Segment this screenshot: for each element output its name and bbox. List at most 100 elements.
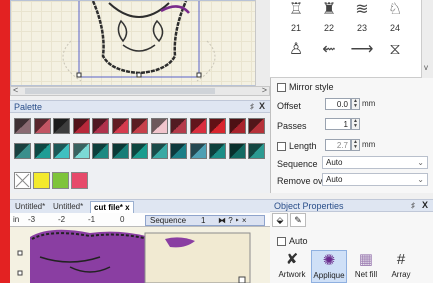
- scroll-thumb[interactable]: [25, 88, 215, 94]
- document-tab-bar: Untitled* Untitled* cut file* x: [10, 199, 270, 213]
- length-input[interactable]: 2.7: [325, 139, 351, 151]
- fill-artwork-button[interactable]: ✘ Artwork: [274, 250, 310, 283]
- color-swatch[interactable]: [228, 118, 246, 134]
- offset-input[interactable]: 0.0: [325, 98, 351, 110]
- auto-row[interactable]: Auto: [277, 236, 308, 247]
- color-swatch[interactable]: [189, 143, 207, 159]
- fill-array-label: Array: [391, 270, 411, 279]
- color-swatch[interactable]: [131, 118, 148, 134]
- color-swatch[interactable]: [72, 143, 90, 159]
- color-tool[interactable]: [71, 172, 88, 189]
- design-canvas-bottom[interactable]: [10, 227, 270, 283]
- outline-tab-icon[interactable]: ✎: [290, 213, 306, 227]
- remove-overlaps-value: Auto: [326, 175, 343, 184]
- object-properties-title: Object Properties: [274, 201, 344, 211]
- gallery-scrollbar[interactable]: v: [421, 0, 433, 78]
- length-row[interactable]: Length: [277, 141, 317, 152]
- pin-icon[interactable]: ♯: [250, 102, 254, 111]
- color-swatch[interactable]: [111, 143, 129, 159]
- close-tab-icon[interactable]: x: [125, 203, 129, 212]
- fill-applique-button[interactable]: ✺ Applique: [311, 250, 347, 283]
- fill-array-button[interactable]: # Array: [383, 250, 419, 283]
- offset-spinner[interactable]: ▲ ▼: [351, 98, 360, 110]
- ruler-mark: -2: [58, 215, 66, 224]
- swatch-shade: [210, 119, 225, 133]
- sequence-controls-icon[interactable]: ⧓ ? ‣ ×: [218, 216, 247, 225]
- color-swatch[interactable]: [170, 143, 187, 159]
- scroll-down-arrow[interactable]: v: [424, 63, 428, 72]
- color-swatch[interactable]: [53, 143, 70, 159]
- color-tool[interactable]: [33, 172, 50, 189]
- swatch-shade: [249, 119, 264, 133]
- stitch-28-option[interactable]: ⧖: [383, 42, 407, 58]
- stitch-22-number: 22: [323, 23, 334, 33]
- swatch-shade: [151, 119, 167, 133]
- tab-untitled-1[interactable]: Untitled*: [12, 201, 48, 212]
- fill-artwork-label: Artwork: [278, 270, 306, 279]
- color-swatch[interactable]: [170, 118, 187, 134]
- color-tool[interactable]: [52, 172, 69, 189]
- stitch-21-option[interactable]: ♖ 21: [284, 2, 308, 34]
- color-swatch[interactable]: [33, 118, 51, 134]
- close-icon[interactable]: X: [259, 101, 265, 111]
- tab-untitled-2[interactable]: Untitled*: [50, 201, 86, 212]
- stitch-26-option[interactable]: ⇜: [317, 42, 341, 58]
- color-swatch[interactable]: [14, 143, 31, 159]
- swatch-shade: [171, 144, 186, 158]
- offset-label: Offset: [277, 101, 301, 111]
- color-swatch[interactable]: [248, 118, 265, 134]
- color-swatch[interactable]: [92, 118, 109, 134]
- sequence-label: Sequence: [277, 159, 318, 169]
- swatch-shade: [34, 144, 50, 158]
- color-swatch[interactable]: [92, 143, 109, 159]
- pin-icon[interactable]: ♯: [411, 201, 415, 210]
- auto-label: Auto: [289, 236, 308, 246]
- sequence-toolbar[interactable]: Sequence 1 ⧓ ? ‣ ×: [145, 215, 265, 226]
- palette-tools: [14, 172, 90, 190]
- close-icon[interactable]: X: [422, 200, 428, 210]
- sequence-toolbar-num: 1: [201, 216, 206, 225]
- auto-checkbox[interactable]: [277, 237, 286, 247]
- color-swatch[interactable]: [150, 143, 168, 159]
- window-edge-bar: [0, 0, 10, 283]
- color-swatch[interactable]: [111, 118, 129, 134]
- passes-spinner[interactable]: ▲ ▼: [351, 118, 360, 130]
- stitch-24-option[interactable]: ♘ 24: [383, 2, 407, 34]
- passes-input[interactable]: 1: [325, 118, 351, 130]
- design-canvas-top[interactable]: [10, 0, 270, 86]
- color-swatch[interactable]: [72, 118, 90, 134]
- color-swatch[interactable]: [209, 143, 226, 159]
- color-swatch[interactable]: [33, 143, 51, 159]
- stitch-22-option[interactable]: ♜ 22: [317, 2, 341, 34]
- tab-cut-file[interactable]: cut file* x: [90, 201, 134, 213]
- length-checkbox[interactable]: [277, 142, 286, 152]
- tab-cut-file-label: cut file*: [94, 203, 123, 212]
- color-swatch[interactable]: [150, 118, 168, 134]
- mirror-style-checkbox[interactable]: [277, 83, 286, 93]
- color-swatch[interactable]: [209, 118, 226, 134]
- swatch-shade: [190, 144, 206, 158]
- color-swatch[interactable]: [228, 143, 246, 159]
- sequence-select[interactable]: Auto ⌄: [322, 156, 428, 169]
- color-swatch[interactable]: [53, 118, 70, 134]
- color-swatch[interactable]: [131, 143, 148, 159]
- remove-overlaps-select[interactable]: Auto ⌄: [322, 173, 428, 186]
- canvas-horizontal-scrollbar[interactable]: < >: [10, 85, 270, 96]
- color-swatch[interactable]: [189, 118, 207, 134]
- color-swatch[interactable]: [14, 118, 31, 134]
- stitch-25-option[interactable]: ♙: [284, 42, 308, 58]
- length-spinner[interactable]: ▲ ▼: [351, 139, 360, 151]
- stitch-27-option[interactable]: ⟶: [350, 42, 374, 58]
- stitch-23-option[interactable]: ≋ 23: [350, 2, 374, 34]
- fill-netfill-button[interactable]: ▦ Net fill: [348, 250, 384, 283]
- no-color-tool[interactable]: [14, 172, 31, 189]
- scroll-right-arrow[interactable]: >: [262, 85, 267, 95]
- color-swatch[interactable]: [248, 143, 265, 159]
- fill-tab-icon[interactable]: ⬙: [272, 213, 288, 227]
- mirror-style-row[interactable]: Mirror style: [277, 82, 334, 93]
- stitch-23-number: 23: [356, 23, 367, 33]
- fill-array-icon: #: [396, 251, 406, 268]
- canvas-vertical-scrollbar[interactable]: [255, 0, 270, 86]
- scroll-left-arrow[interactable]: <: [13, 85, 18, 95]
- stitch-type-gallery: ♖ 21 ♜ 22 ≋ 23 ♘ 24 ♙ ⇜ ⟶ ⧖: [270, 0, 433, 78]
